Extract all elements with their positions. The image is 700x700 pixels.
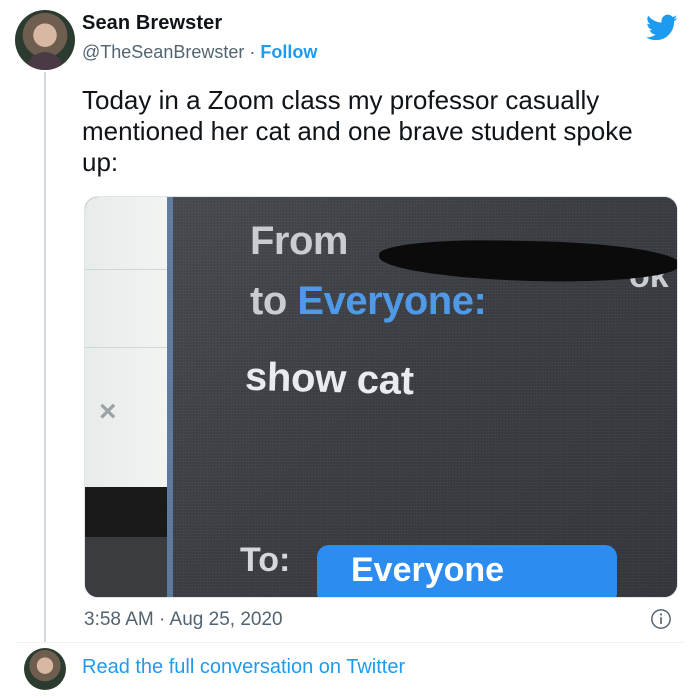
- chat-recipient-line: to Everyone:: [250, 279, 487, 324]
- handle-row: @TheSeanBrewster · Follow: [82, 42, 317, 63]
- tweet-media-photo[interactable]: × From ok to Everyone: show cat To: Ever…: [84, 196, 678, 598]
- zoom-side-panel-lower: [85, 537, 167, 597]
- author-name[interactable]: Sean Brewster: [82, 12, 222, 35]
- footer-avatar[interactable]: [24, 648, 66, 690]
- tweet-card: Sean Brewster @TheSeanBrewster · Follow …: [0, 0, 700, 700]
- chat-to-prefix: to: [250, 279, 287, 323]
- follow-link[interactable]: Follow: [260, 42, 317, 62]
- thread-line: [44, 72, 46, 642]
- chat-from-label: From: [250, 219, 349, 263]
- author-handle[interactable]: @TheSeanBrewster: [82, 42, 244, 62]
- info-icon[interactable]: [650, 608, 672, 630]
- close-icon: ×: [99, 395, 117, 428]
- zoom-side-panel: [85, 197, 167, 487]
- chat-message: show cat: [244, 354, 415, 404]
- panel-blue-edge: [167, 197, 173, 597]
- tweet-timestamp[interactable]: 3:58 AM · Aug 25, 2020: [84, 609, 283, 631]
- to-field-dropdown: Everyone: [317, 545, 617, 597]
- read-conversation-link[interactable]: Read the full conversation on Twitter: [82, 656, 405, 679]
- tweet-text: Today in a Zoom class my professor casua…: [82, 85, 633, 178]
- twitter-bird-icon[interactable]: [646, 14, 678, 42]
- author-avatar[interactable]: [15, 10, 75, 70]
- chat-to-target: Everyone:: [297, 279, 487, 323]
- zoom-side-panel-dark: [85, 487, 167, 537]
- footer-divider: [15, 642, 685, 643]
- separator-dot: ·: [249, 42, 256, 62]
- to-field-label: To:: [240, 541, 291, 579]
